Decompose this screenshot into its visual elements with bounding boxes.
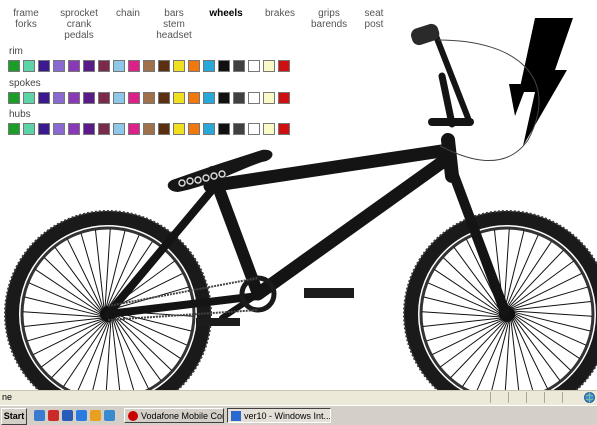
spoke [113, 314, 172, 371]
spoke [504, 319, 511, 390]
quicklaunch-folder-icon[interactable] [90, 410, 101, 421]
browser-status-bar: ne [0, 390, 597, 405]
browser-icon [231, 411, 241, 421]
spoke [507, 250, 564, 309]
status-cell [544, 392, 561, 403]
spoke [450, 319, 507, 378]
spoke [54, 247, 103, 313]
spoke [512, 315, 561, 381]
status-cell [562, 392, 583, 403]
internet-zone-icon [584, 392, 595, 403]
quicklaunch-messenger-icon[interactable] [104, 410, 115, 421]
taskbar: Start Vodafone Mobile Connect ver10 - Wi… [0, 405, 597, 425]
start-button[interactable]: Start [1, 408, 27, 425]
quicklaunch-ie-icon[interactable] [34, 410, 45, 421]
spoke [51, 319, 108, 378]
pedal-left [196, 318, 240, 326]
spoke [113, 315, 162, 381]
task-vodafone-label: Vodafone Mobile Connect [141, 411, 223, 421]
status-cell [508, 392, 525, 403]
status-cell [490, 392, 507, 403]
rear-wheel [4, 210, 212, 390]
quicklaunch-desktop-icon[interactable] [76, 410, 87, 421]
status-cell [526, 392, 543, 403]
vodafone-icon [128, 411, 138, 421]
quicklaunch-opera-icon[interactable] [48, 410, 59, 421]
quicklaunch-media-icon[interactable] [62, 410, 73, 421]
task-browser[interactable]: ver10 - Windows Int... [227, 408, 331, 423]
spoke [512, 314, 571, 371]
task-vodafone[interactable]: Vodafone Mobile Connect [124, 408, 224, 423]
spoke [105, 319, 112, 390]
spoke [508, 260, 574, 309]
configurator-stage: frame forks sprocket crank pedals chain … [0, 0, 597, 390]
spoke [22, 311, 103, 318]
spoke [421, 311, 502, 318]
spoke [104, 228, 111, 309]
bike-image [4, 23, 597, 390]
status-text: ne [2, 392, 13, 402]
task-browser-label: ver10 - Windows Int... [244, 411, 331, 421]
spoke [512, 310, 593, 317]
spoke [41, 319, 107, 368]
spoke [503, 228, 510, 309]
bike-frame [104, 33, 510, 321]
pedal-right [304, 288, 354, 298]
spoke [44, 257, 103, 314]
spoke [440, 319, 506, 368]
